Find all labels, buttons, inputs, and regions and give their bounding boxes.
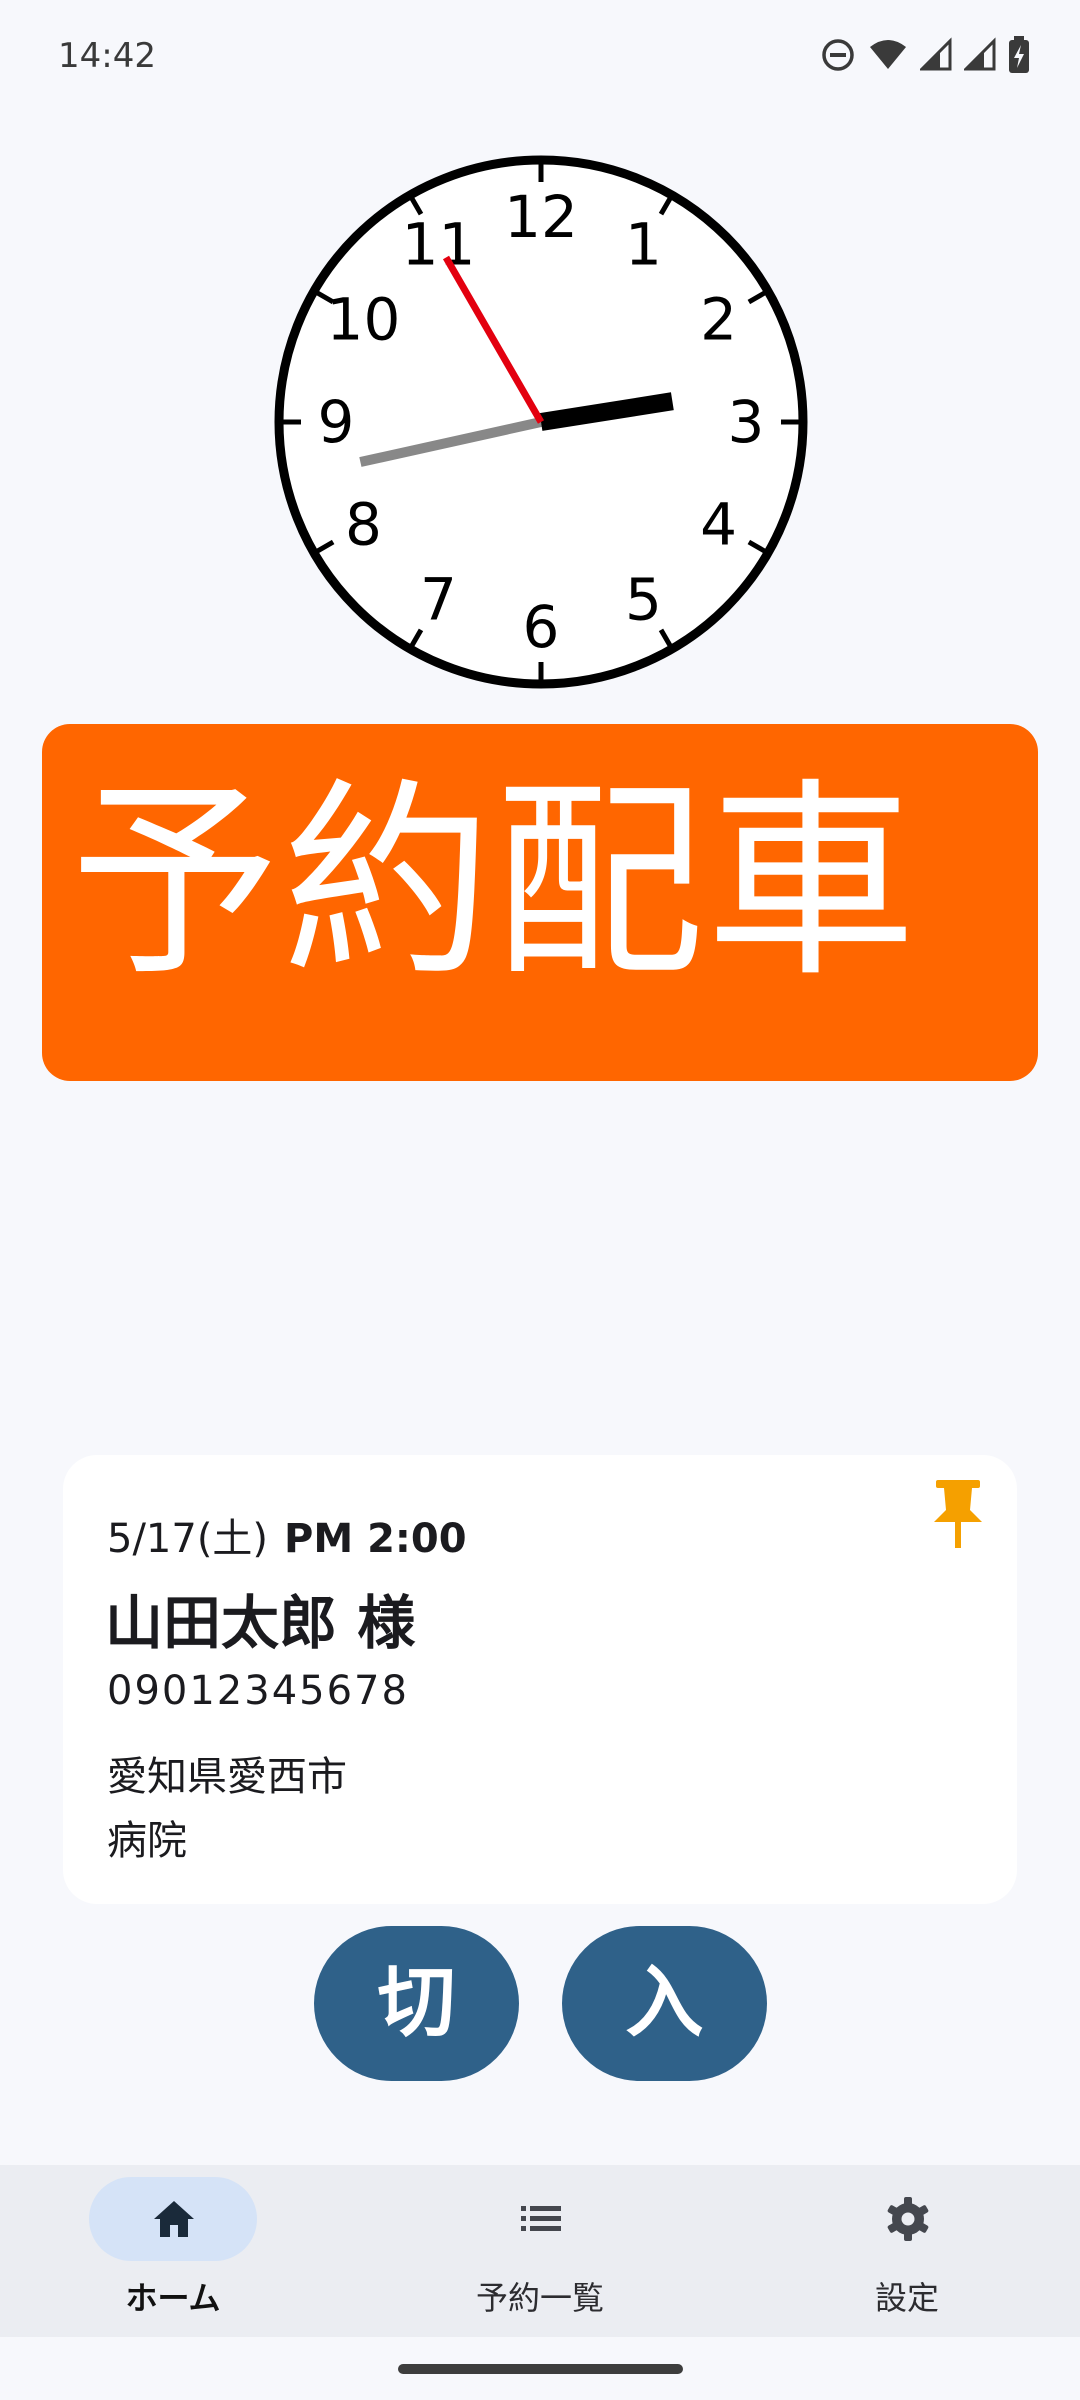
nav-item-settings[interactable]: 設定 [757,2165,1057,2337]
on-button[interactable]: 入 [562,1926,767,2081]
wifi-icon [870,40,906,69]
clock-numeral: 8 [345,491,382,559]
address-line-1: 愛知県愛西市 [107,1754,347,1800]
clock-numeral: 4 [700,491,737,559]
clock-numeral: 1 [625,210,662,278]
status-bar: 14:42 [0,0,1080,118]
battery-charging-icon [1009,36,1029,73]
pushpin-icon[interactable] [930,1480,986,1550]
home-icon [154,2201,194,2237]
nav-label-settings: 設定 [874,2279,939,2317]
signal-icon [964,37,996,71]
reservation-time: PM 2:00 [284,1516,467,1562]
nav-item-home[interactable]: ホーム [23,2165,323,2337]
clock-numeral: 5 [625,566,662,634]
status-time: 14:42 [58,36,156,76]
status-icons [820,36,1030,74]
reservation-date: 5/17(土) [107,1516,269,1562]
nav-item-reservation-list[interactable]: 予約一覧 [390,2165,690,2337]
clock-numeral: 12 [504,183,578,251]
clock-numeral: 11 [402,210,476,278]
clock-numeral: 2 [700,286,737,354]
gesture-navigation-bar[interactable] [398,2364,683,2374]
gear-icon [887,2197,929,2241]
off-button[interactable]: 切 [314,1926,519,2081]
nav-label-home: ホーム [125,2279,221,2317]
customer-name: 山田太郎 様 [105,1589,416,1657]
clock-numeral: 3 [728,388,765,456]
customer-phone: 09012345678 [107,1668,409,1714]
do-not-disturb-icon [822,39,854,71]
clock-numeral: 9 [318,388,355,456]
signal-icon [920,37,952,71]
reservation-address: 愛知県愛西市 病院 [107,1745,347,1873]
nav-label-reservation-list: 予約一覧 [475,2279,604,2317]
analog-clock: 12 12 3 45678 9 1011 [274,155,808,689]
clock-numeral: 6 [523,593,560,661]
clock-numeral: 10 [327,286,401,354]
reservation-datetime: 5/17(土) PM 2:00 [107,1506,467,1564]
address-line-2: 病院 [107,1818,187,1864]
list-icon [521,2206,561,2231]
reserve-dispatch-label: 予約配車 [70,760,919,1005]
clock-numeral: 7 [420,566,457,634]
